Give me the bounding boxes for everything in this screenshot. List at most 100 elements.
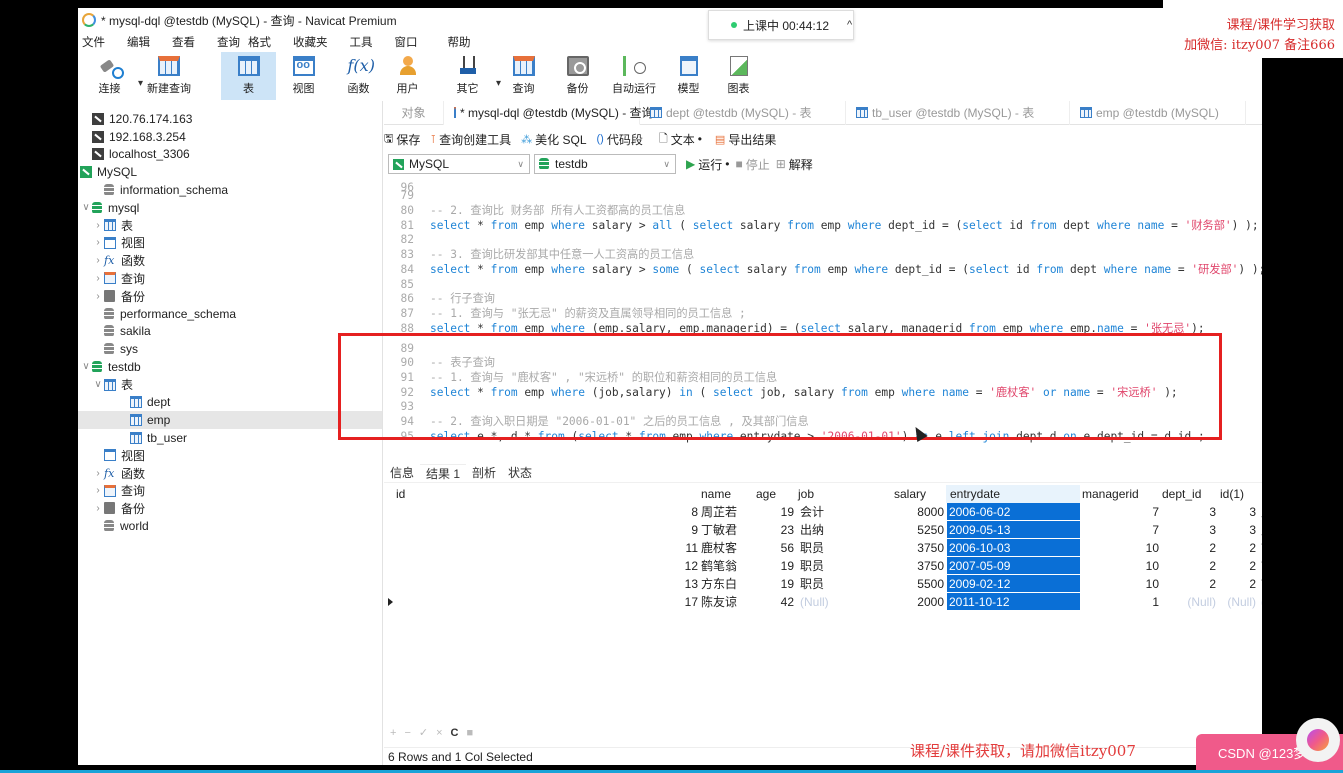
grid-cell-job[interactable]: 职员 <box>797 575 857 593</box>
toolbar-chart-button[interactable]: 图表 <box>711 52 766 100</box>
code-line[interactable]: 83 -- 3. 查询比研发部其中任意一人工资高的员工信息 <box>384 247 695 262</box>
code-snippet-button[interactable]: () 代码段 <box>597 131 643 148</box>
column-header[interactable]: salary <box>894 485 926 503</box>
grid-cell-age[interactable]: 23 <box>744 521 794 539</box>
chevron-right-icon[interactable]: › <box>92 485 104 496</box>
tree-item-connection[interactable]: 120.76.174.163 <box>92 110 192 128</box>
grid-cell-dept_id[interactable]: 2 <box>1164 557 1216 575</box>
text-button[interactable]: 🗋 文本 • <box>659 130 705 149</box>
tree-item-views[interactable]: › 视图 <box>92 234 145 252</box>
menu-item[interactable]: 窗口 <box>391 34 422 50</box>
grid-cell-dept_id[interactable]: 2 <box>1164 539 1216 557</box>
code-line[interactable]: 94 -- 2. 查询入职日期是 "2006-01-01" 之后的员工信息 , 及… <box>384 414 809 429</box>
grid-cell-job[interactable]: 会计 <box>797 503 857 521</box>
grid-cell-id1[interactable]: 2 <box>1216 575 1256 593</box>
tab-item[interactable]: emp @testdb (MySQL) <box>1070 100 1246 125</box>
grid-cell-id1[interactable]: (Null) <box>1216 593 1256 611</box>
beautify-sql-button[interactable]: ⁂ 美化 SQL <box>521 131 586 148</box>
toolbar-query-button[interactable]: 查询 <box>496 52 551 100</box>
chevron-right-icon[interactable]: › <box>92 255 104 266</box>
result-tab[interactable]: 结果 1 <box>420 463 467 482</box>
code-line[interactable]: 91 -- 1. 查询与 "鹿杖客" , "宋远桥" 的职位和薪资相同的员工信息 <box>384 370 778 385</box>
column-header[interactable]: dept_id <box>1162 485 1201 503</box>
tree-item-table[interactable]: tb_user <box>130 429 187 447</box>
grid-cell-job[interactable]: 职员 <box>797 539 857 557</box>
grid-cell-salary[interactable]: 3750 <box>854 557 944 575</box>
grid-cell-managerid[interactable]: 1 <box>1084 593 1159 611</box>
column-header[interactable]: job <box>798 485 814 503</box>
code-line[interactable]: 89 <box>384 341 430 356</box>
code-line[interactable]: 95 select e.*, d.* from (select * from em… <box>384 429 1205 444</box>
code-line[interactable]: 96 <box>384 180 430 195</box>
tree-item-table[interactable]: dept <box>130 393 170 411</box>
code-line[interactable]: 84 select * from emp where salary > some … <box>384 262 1262 277</box>
explain-button[interactable]: ⊞ 解释 <box>776 156 813 173</box>
code-line[interactable]: 90 -- 表子查询 <box>384 355 495 370</box>
grid-cell-age[interactable]: 19 <box>744 557 794 575</box>
grid-tool-button[interactable]: + <box>390 727 404 739</box>
tree-item-connection-open[interactable]: ∨MySQL <box>78 163 137 181</box>
grid-cell-id1[interactable]: 2 <box>1216 539 1256 557</box>
chevron-right-icon[interactable]: › <box>92 220 104 231</box>
grid-cell-salary[interactable]: 5250 <box>854 521 944 539</box>
tree-item-tables-open[interactable]: ∨ 表 <box>92 376 133 394</box>
connection-select[interactable]: MySQL ∨ <box>388 154 530 174</box>
export-results-button[interactable]: ▤ 导出结果 <box>715 131 776 148</box>
grid-cell-salary[interactable]: 8000 <box>854 503 944 521</box>
result-tab[interactable]: 状态 <box>502 464 538 481</box>
grid-cell-job[interactable]: 出纳 <box>797 521 857 539</box>
chevron-down-icon[interactable]: ∨ <box>80 361 92 372</box>
live-class-indicator[interactable]: 上课中 00:44:12 ^ <box>708 10 854 40</box>
toolbar-auto-run-button[interactable]: 自动运行 <box>605 52 663 100</box>
tree-item-database-open[interactable]: ∨ testdb <box>80 358 140 376</box>
code-line[interactable]: 92 select * from emp where (job,salary) i… <box>384 385 1178 400</box>
grid-cell-dept_id[interactable]: (Null) <box>1164 593 1216 611</box>
grid-tool-button[interactable]: ✓ <box>419 727 436 739</box>
column-header[interactable]: age <box>756 485 776 503</box>
toolbar-user-button[interactable]: 用户 <box>380 52 435 100</box>
toolbar-function-button[interactable]: f(x) 函数 <box>331 52 386 100</box>
grid-cell-dept_id[interactable]: 3 <box>1164 521 1216 539</box>
grid-cell-entrydate[interactable]: 2007-05-09 <box>947 557 1080 575</box>
code-line[interactable]: 85 <box>384 277 430 292</box>
tab-item[interactable]: tb_user @testdb (MySQL) - 表 <box>846 100 1070 125</box>
result-grid[interactable]: id name age job salary entrydate managerid dept… <box>384 485 1262 611</box>
chevron-up-icon[interactable]: ^ <box>847 19 852 31</box>
grid-cell-id[interactable]: 13 <box>624 575 698 593</box>
grid-cell-id[interactable]: 17 <box>624 593 698 611</box>
column-header[interactable]: name <box>701 485 731 503</box>
table-row[interactable]: 17 陈友谅 42 (Null) 2000 2011-10-12 1 (Null) (Null)… <box>384 593 1262 611</box>
grid-cell-entrydate[interactable]: 2006-06-02 <box>947 503 1080 521</box>
tab-objects[interactable]: 对象 <box>384 100 444 125</box>
grid-cell-managerid[interactable]: 10 <box>1084 539 1159 557</box>
tree-item-database[interactable]: sakila <box>104 322 151 340</box>
code-line[interactable]: 88 select * from emp where (emp.salary, e… <box>384 321 1205 336</box>
result-tab[interactable]: 剖析 <box>466 464 502 481</box>
menu-item[interactable]: 文件 <box>78 34 109 50</box>
stop-button[interactable]: ■ 停止 <box>735 156 769 173</box>
grid-cell-job[interactable]: 职员 <box>797 557 857 575</box>
grid-cell-job[interactable]: (Null) <box>797 593 857 611</box>
table-row[interactable]: 11鹿杖客56职员37502006-10-031022市场部 <box>384 539 1262 557</box>
toolbar-model-button[interactable]: 模型 <box>661 52 716 100</box>
tree-item-tables[interactable]: › 表 <box>92 216 133 234</box>
tree-item-table[interactable]: emp <box>78 410 382 429</box>
grid-cell-age[interactable]: 56 <box>744 539 794 557</box>
grid-cell-id1[interactable]: 3 <box>1216 521 1256 539</box>
result-tab[interactable]: 信息 <box>384 464 420 481</box>
toolbar-connect-button[interactable]: 连接 ▾ <box>82 52 143 100</box>
tree-item-queries[interactable]: › 查询 <box>92 269 145 287</box>
toolbar-view-button[interactable]: 视图 <box>276 52 331 100</box>
toolbar-backup-button[interactable]: 备份 <box>550 52 605 100</box>
column-header[interactable]: entrydate <box>946 485 1080 503</box>
database-select[interactable]: testdb ∨ <box>534 154 676 174</box>
grid-cell-id1[interactable]: 3 <box>1216 503 1256 521</box>
sql-editor[interactable]: 79 80 -- 2. 查询比 财务部 所有人工资都高的员工信息 81 select *… <box>384 180 1262 462</box>
grid-cell-managerid[interactable]: 7 <box>1084 521 1159 539</box>
chevron-right-icon[interactable]: › <box>92 468 104 479</box>
grid-cell-age[interactable]: 19 <box>744 575 794 593</box>
tab-item[interactable]: * mysql-dql @testdb (MySQL) - 查询 <box>444 100 654 125</box>
code-line[interactable]: 82 <box>384 232 430 247</box>
code-line[interactable]: 93 <box>384 399 430 414</box>
chevron-right-icon[interactable]: › <box>92 503 104 514</box>
